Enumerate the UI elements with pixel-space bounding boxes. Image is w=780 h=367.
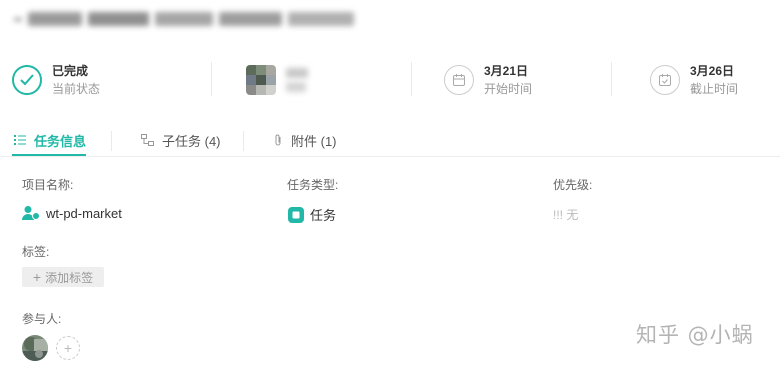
paperclip-icon [273, 134, 283, 147]
priority-text: !!! 无 [553, 208, 579, 222]
divider [411, 62, 412, 96]
task-type-name: 任务 [310, 208, 337, 223]
calendar-icon [444, 65, 474, 95]
assignee-item[interactable] [246, 52, 308, 108]
avatar[interactable] [22, 335, 48, 361]
due-date-label: 截止时间 [690, 82, 739, 96]
add-tag-label: 添加标签 [45, 270, 94, 285]
task-info-bar: 已完成 当前状态 3月21日 开始时间 3月26日 截止时间 [0, 52, 780, 108]
priority-value[interactable]: !!! 无 [553, 206, 578, 223]
tab-label: 子任务 (4) [162, 133, 221, 149]
task-type-icon [288, 206, 304, 223]
divider [111, 131, 112, 151]
tab-task-info[interactable]: 任务信息 [14, 124, 86, 156]
task-type-value[interactable]: 任务 [288, 205, 336, 224]
tab-subtasks[interactable]: 子任务 (4) [141, 124, 221, 156]
calendar-check-icon [650, 65, 680, 95]
tab-bar: 任务信息 子任务 (4) 附件 (1) [0, 124, 780, 157]
due-date-value: 3月26日 [690, 64, 735, 78]
watermark: 知乎 @小蜗 [636, 323, 754, 347]
divider [211, 62, 212, 96]
start-date-label: 开始时间 [484, 82, 533, 96]
add-tag-button[interactable]: + 添加标签 [22, 267, 104, 287]
status-item[interactable]: 已完成 当前状态 [12, 52, 100, 108]
project-label: 项目名称: [22, 178, 74, 192]
plus-icon: + [32, 269, 42, 285]
start-date-item[interactable]: 3月21日 开始时间 [444, 52, 532, 108]
plus-icon: + [63, 340, 73, 356]
start-date-value: 3月21日 [484, 64, 529, 78]
divider [243, 131, 244, 151]
avatar [246, 65, 276, 95]
add-member-button[interactable]: + [56, 336, 80, 360]
check-circle-icon [12, 65, 42, 95]
priority-label: 优先级: [553, 178, 593, 192]
project-user-icon [22, 205, 40, 221]
list-icon [14, 135, 26, 145]
tags-label: 标签: [22, 245, 50, 259]
members-label: 参与人: [22, 312, 62, 326]
tab-label: 附件 (1) [291, 133, 337, 149]
task-title[interactable] [14, 6, 355, 32]
assignee-name [286, 68, 308, 92]
divider [611, 62, 612, 96]
task-type-label: 任务类型: [287, 178, 339, 192]
tab-attachments[interactable]: 附件 (1) [273, 124, 337, 156]
status-value: 已完成 [52, 64, 89, 78]
project-value[interactable]: wt-pd-market [22, 205, 122, 221]
tab-label: 任务信息 [34, 133, 87, 149]
project-name: wt-pd-market [46, 205, 122, 221]
subtask-icon [141, 134, 154, 146]
due-date-item[interactable]: 3月26日 截止时间 [650, 52, 738, 108]
active-tab-indicator [12, 154, 86, 156]
status-label: 当前状态 [52, 82, 101, 96]
